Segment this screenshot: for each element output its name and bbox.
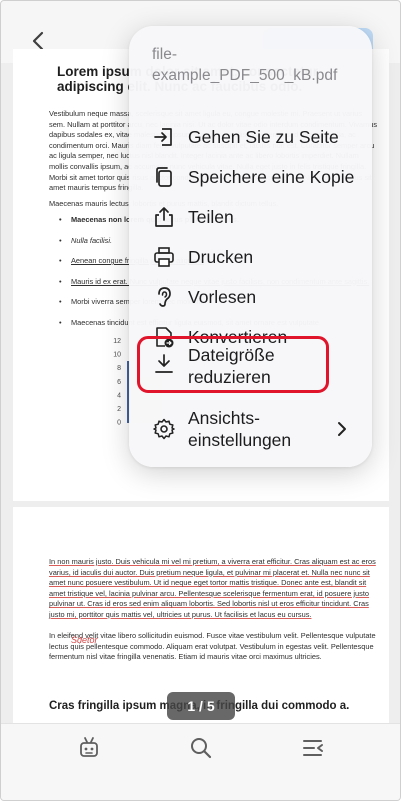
menu-item-save-copy[interactable]: Speichere eine Kopie: [129, 162, 372, 192]
menu-item-label: Speichere eine Kopie: [188, 167, 355, 187]
menu-item-label: Dateigröße reduzieren: [188, 345, 275, 387]
menu-item-label: Teilen: [188, 207, 234, 227]
menu-item-share[interactable]: Teilen: [129, 202, 372, 232]
chevron-right-icon: [337, 421, 349, 437]
copy-icon: [152, 165, 176, 189]
menu-item-label: Ansichts-einstellungen: [188, 408, 292, 450]
download-reduce-icon: [152, 352, 176, 376]
menu-item-go-to-page[interactable]: Gehen Sie zu Seite: [129, 122, 372, 152]
ear-icon: [152, 285, 176, 309]
context-menu: file-example_PDF_500_kB.pdf Gehen Sie zu…: [129, 26, 372, 467]
menu-item-reduce-file-size[interactable]: Dateigröße reduzieren: [129, 341, 372, 391]
menu-item-view-settings[interactable]: Ansichts-einstellungen: [129, 404, 372, 454]
share-icon: [152, 205, 176, 229]
go-to-page-icon: [152, 125, 176, 149]
menu-item-label: Gehen Sie zu Seite: [188, 127, 339, 147]
menu-title-filename: file-example_PDF_500_kB.pdf: [152, 46, 338, 84]
menu-item-read-aloud[interactable]: Vorlesen: [129, 282, 372, 312]
menu-item-label: Drucken: [188, 247, 254, 267]
menu-item-print[interactable]: Drucken: [129, 242, 372, 272]
gear-icon: [152, 417, 176, 441]
printer-icon: [152, 245, 176, 269]
app-frame: Lorem ipsum dolor sit amet, consectetur …: [0, 0, 401, 801]
menu-item-label: Vorlesen: [188, 287, 257, 307]
